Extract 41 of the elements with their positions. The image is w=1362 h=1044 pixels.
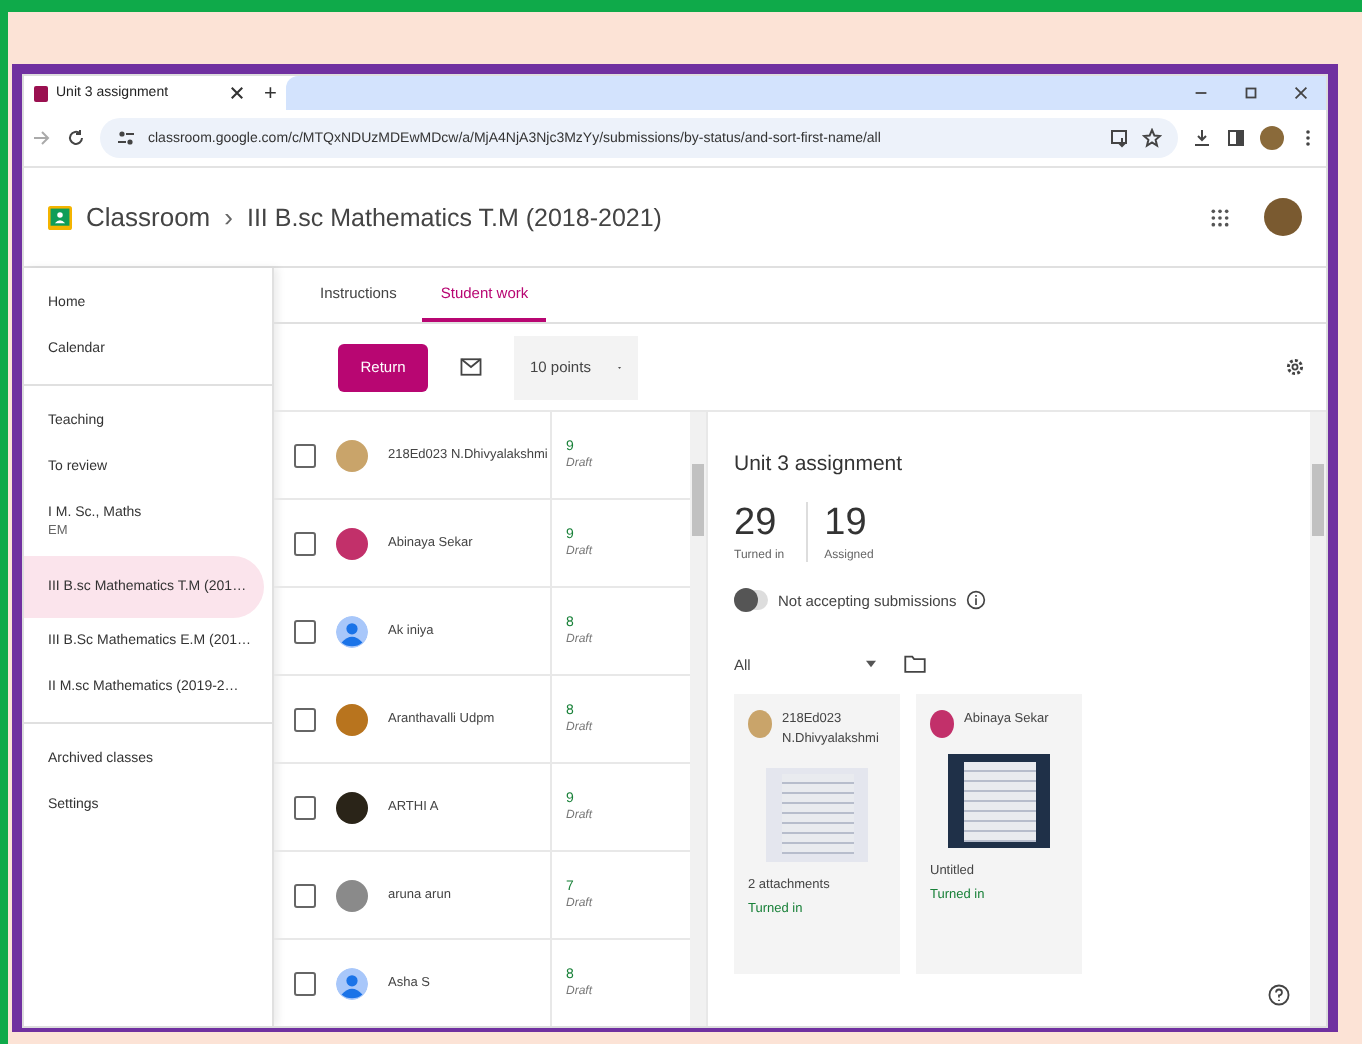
checkbox[interactable]	[294, 707, 316, 731]
checkbox[interactable]	[294, 531, 316, 555]
app-title[interactable]: Classroom	[86, 202, 211, 232]
default-avatar-icon	[336, 615, 368, 647]
apps-grid-icon[interactable]	[1210, 207, 1230, 227]
profile-avatar[interactable]	[1260, 126, 1284, 150]
caret-icon	[866, 660, 877, 668]
email-icon[interactable]	[460, 358, 482, 376]
stat-count: 29	[734, 502, 779, 546]
account-avatar[interactable]	[1264, 198, 1302, 236]
checkbox[interactable]	[294, 619, 316, 643]
breadcrumb-separator: ›	[224, 202, 233, 232]
reload-icon[interactable]	[66, 128, 86, 148]
default-avatar-icon	[336, 967, 368, 999]
close-icon[interactable]	[230, 86, 244, 100]
checkbox[interactable]	[294, 795, 316, 819]
close-icon[interactable]	[1292, 84, 1310, 102]
scrollbar[interactable]	[1310, 412, 1326, 1026]
classroom-logo-icon[interactable]	[48, 205, 72, 229]
folder-icon[interactable]	[904, 654, 927, 674]
help-icon[interactable]	[1268, 984, 1290, 1006]
document-thumbnail	[766, 767, 868, 862]
site-settings-icon[interactable]	[116, 128, 136, 148]
side-panel-icon[interactable]	[1226, 128, 1246, 148]
checkbox[interactable]	[294, 443, 316, 467]
new-tab-button[interactable]: +	[254, 78, 287, 110]
info-icon[interactable]	[966, 590, 987, 610]
classroom-favicon-icon	[34, 85, 48, 101]
course-title: III B.sc Mathematics T.M (2018-2021)	[246, 203, 662, 231]
toggle-switch[interactable]	[734, 590, 768, 610]
settings-icon[interactable]	[1284, 356, 1306, 378]
assignment-title: Unit 3 assignment	[734, 452, 905, 476]
stat-count: 19	[824, 502, 869, 546]
star-icon[interactable]	[1142, 128, 1162, 148]
download-icon[interactable]	[1192, 128, 1212, 148]
checkbox[interactable]	[294, 971, 316, 995]
checkbox[interactable]	[294, 883, 316, 907]
install-app-icon[interactable]	[1110, 128, 1130, 148]
document-thumbnail	[948, 754, 1050, 848]
scrollbar[interactable]	[690, 412, 706, 1026]
maximize-icon[interactable]	[1242, 84, 1260, 102]
